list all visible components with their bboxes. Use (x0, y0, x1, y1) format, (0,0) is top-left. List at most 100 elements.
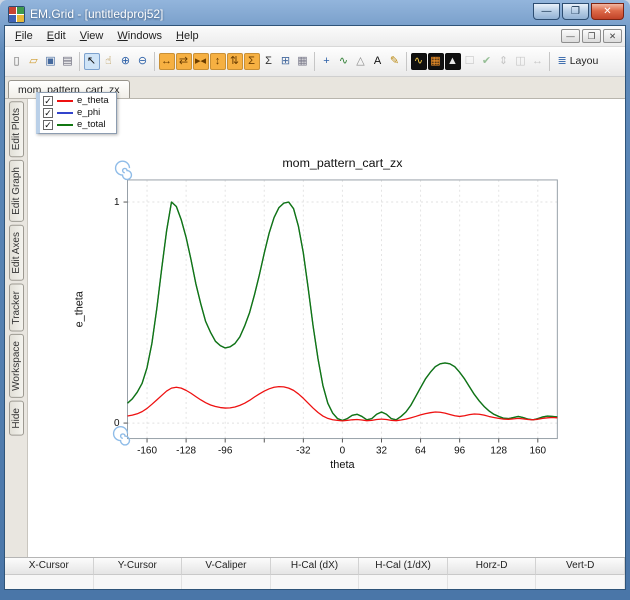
menu-windows[interactable]: Windows (110, 28, 169, 44)
menu-edit[interactable]: Edit (40, 28, 73, 44)
cursor-col-horz-d: Horz-D (448, 558, 537, 575)
side-tab-edit-axes[interactable]: Edit Axes (9, 225, 24, 281)
slope-marker-icon: △ (356, 56, 364, 67)
x-axis-label: theta (330, 459, 355, 471)
autoscale-x-icon: ↔ (161, 56, 172, 67)
autoscale-x-icon[interactable]: ↔ (159, 53, 175, 70)
side-tab-rail: Edit Plots Edit Graph Edit Axes Tracker Work… (5, 99, 28, 557)
print-icon[interactable]: ▤ (60, 53, 76, 70)
menu-help[interactable]: Help (169, 28, 206, 44)
new-file-icon[interactable]: ▯ (9, 53, 25, 70)
zoom-in-icon[interactable]: ⊕ (118, 53, 134, 70)
axis-handle-spiral[interactable] (116, 161, 132, 179)
axes-lock-icon: ☐ (465, 56, 475, 67)
curve-marker-icon[interactable]: ∿ (336, 53, 352, 70)
axes-lock-icon[interactable]: ☐ (462, 53, 478, 70)
colormap-plot-icon[interactable]: ▦ (428, 53, 444, 70)
y-tick-label: 1 (114, 197, 120, 208)
x-tick-label: -160 (137, 445, 157, 456)
h-span-icon[interactable]: ◫ (513, 53, 529, 70)
cursor-table-value-row (5, 575, 625, 589)
grid-toggle-icon[interactable]: ⊞ (278, 53, 294, 70)
side-tab-workspace[interactable]: Workspace (9, 334, 24, 398)
legend-label: e_phi (77, 107, 100, 118)
mdi-minimize-button[interactable]: — (561, 29, 580, 43)
highlight-pen-icon[interactable]: ✎ (387, 53, 403, 70)
save-icon: ▣ (45, 56, 55, 67)
legend-line-sample (57, 124, 73, 126)
shrink-x-icon[interactable]: ▸◂ (193, 53, 209, 70)
zoom-out-icon[interactable]: ⊖ (135, 53, 151, 70)
legend-checkbox-e_phi[interactable]: ✓ (43, 108, 53, 118)
client-area: FileEditViewWindowsHelp —❐✕ ▯▱▣ ▤ ↖ ☝ ⊕ ⊖ ↔ ⇄ ▸◂ ↕… (4, 25, 626, 590)
close-button[interactable]: ✕ (591, 3, 624, 20)
slope-marker-icon[interactable]: △ (353, 53, 369, 70)
side-tab-tracker[interactable]: Tracker (9, 284, 24, 332)
side-tab-edit-plots[interactable]: Edit Plots (9, 101, 24, 157)
expand-x-icon: ⇄ (179, 56, 188, 67)
cursor-table-header-row: X-CursorY-CursorV-CaliperH-Cal (dX)H-Cal… (5, 558, 625, 575)
text-annotation-icon: A (374, 56, 381, 67)
chart-canvas[interactable]: -160-128-96-32032649612816001mom_pattern… (28, 99, 625, 557)
x-tick-label: 64 (415, 445, 427, 456)
x-tick-label: -128 (176, 445, 196, 456)
legend-item-e_theta: ✓e_theta (43, 95, 109, 106)
title-bar[interactable]: EM.Grid - [untitledproj52] —❐✕ (4, 0, 626, 25)
cursor-value-cell (182, 575, 271, 589)
data-table-icon[interactable]: ▦ (295, 53, 311, 70)
cursor-value-cell (448, 575, 537, 589)
autoscale-y-icon[interactable]: ↕ (210, 53, 226, 70)
pan-hand-icon: ☝ (105, 56, 112, 67)
cursor-value-cell (5, 575, 94, 589)
sum-icon[interactable]: Σ (261, 53, 277, 70)
plot-title: mom_pattern_cart_zx (282, 156, 403, 170)
add-cursor-icon[interactable]: + (319, 53, 335, 70)
v-slider-icon[interactable]: ⇕ (496, 53, 512, 70)
x-tick-label: -32 (296, 445, 311, 456)
select-arrow-icon: ↖ (87, 56, 96, 67)
axes-sync-icon[interactable]: ✔ (479, 53, 495, 70)
zoom-out-icon: ⊖ (138, 56, 147, 67)
select-arrow-icon[interactable]: ↖ (84, 53, 100, 70)
expand-y-icon: ⇅ (230, 56, 239, 67)
toolbar-separator (154, 52, 155, 71)
x-tick-label: 96 (454, 445, 466, 456)
legend-box[interactable]: ✓e_theta✓e_phi✓e_total (36, 92, 117, 134)
expand-y-icon[interactable]: ⇅ (227, 53, 243, 70)
h-fit-icon[interactable]: ↔ (530, 53, 546, 70)
layout-icon: ≣ (558, 56, 567, 67)
side-tab-hide[interactable]: Hide (9, 401, 24, 436)
cursor-col-x-cursor: X-Cursor (5, 558, 94, 575)
maximize-button[interactable]: ❐ (562, 3, 589, 20)
autoscale-xy-icon[interactable]: Σ (244, 53, 260, 70)
app-icon (8, 6, 25, 23)
cursor-col-h-cal-dx-: H-Cal (dX) (271, 558, 360, 575)
text-annotation-icon[interactable]: A (370, 53, 386, 70)
open-folder-icon[interactable]: ▱ (26, 53, 42, 70)
autoscale-y-icon: ↕ (215, 56, 221, 67)
legend-checkbox-e_theta[interactable]: ✓ (43, 96, 53, 106)
y-axis-label: e_theta (74, 290, 86, 327)
print-icon: ▤ (62, 56, 72, 67)
cursor-value-cell (536, 575, 625, 589)
expand-x-icon[interactable]: ⇄ (176, 53, 192, 70)
save-icon[interactable]: ▣ (43, 53, 59, 70)
legend-item-e_phi: ✓ e_phi (43, 107, 109, 118)
menu-view[interactable]: View (73, 28, 111, 44)
menu-bar: FileEditViewWindowsHelp —❐✕ (5, 26, 625, 47)
layout-icon[interactable]: ≣Layou (554, 53, 603, 70)
mdi-close-button[interactable]: ✕ (603, 29, 622, 43)
x-tick-label: 0 (340, 445, 346, 456)
legend-checkbox-e_total[interactable]: ✓ (43, 120, 53, 130)
side-tab-edit-graph[interactable]: Edit Graph (9, 160, 24, 222)
plot-panel[interactable]: -160-128-96-32032649612816001mom_pattern… (28, 99, 625, 557)
pan-hand-icon[interactable]: ☝ (101, 53, 117, 70)
curve-marker-icon: ∿ (339, 56, 348, 67)
surface-plot-icon[interactable]: ▲ (445, 53, 461, 70)
cartesian-plot-icon[interactable]: ∿ (411, 53, 427, 70)
mdi-restore-button[interactable]: ❐ (582, 29, 601, 43)
caption-buttons: —❐✕ (533, 3, 624, 20)
menu-file[interactable]: File (8, 28, 40, 44)
toolbar-separator (406, 52, 407, 71)
minimize-button[interactable]: — (533, 3, 560, 20)
